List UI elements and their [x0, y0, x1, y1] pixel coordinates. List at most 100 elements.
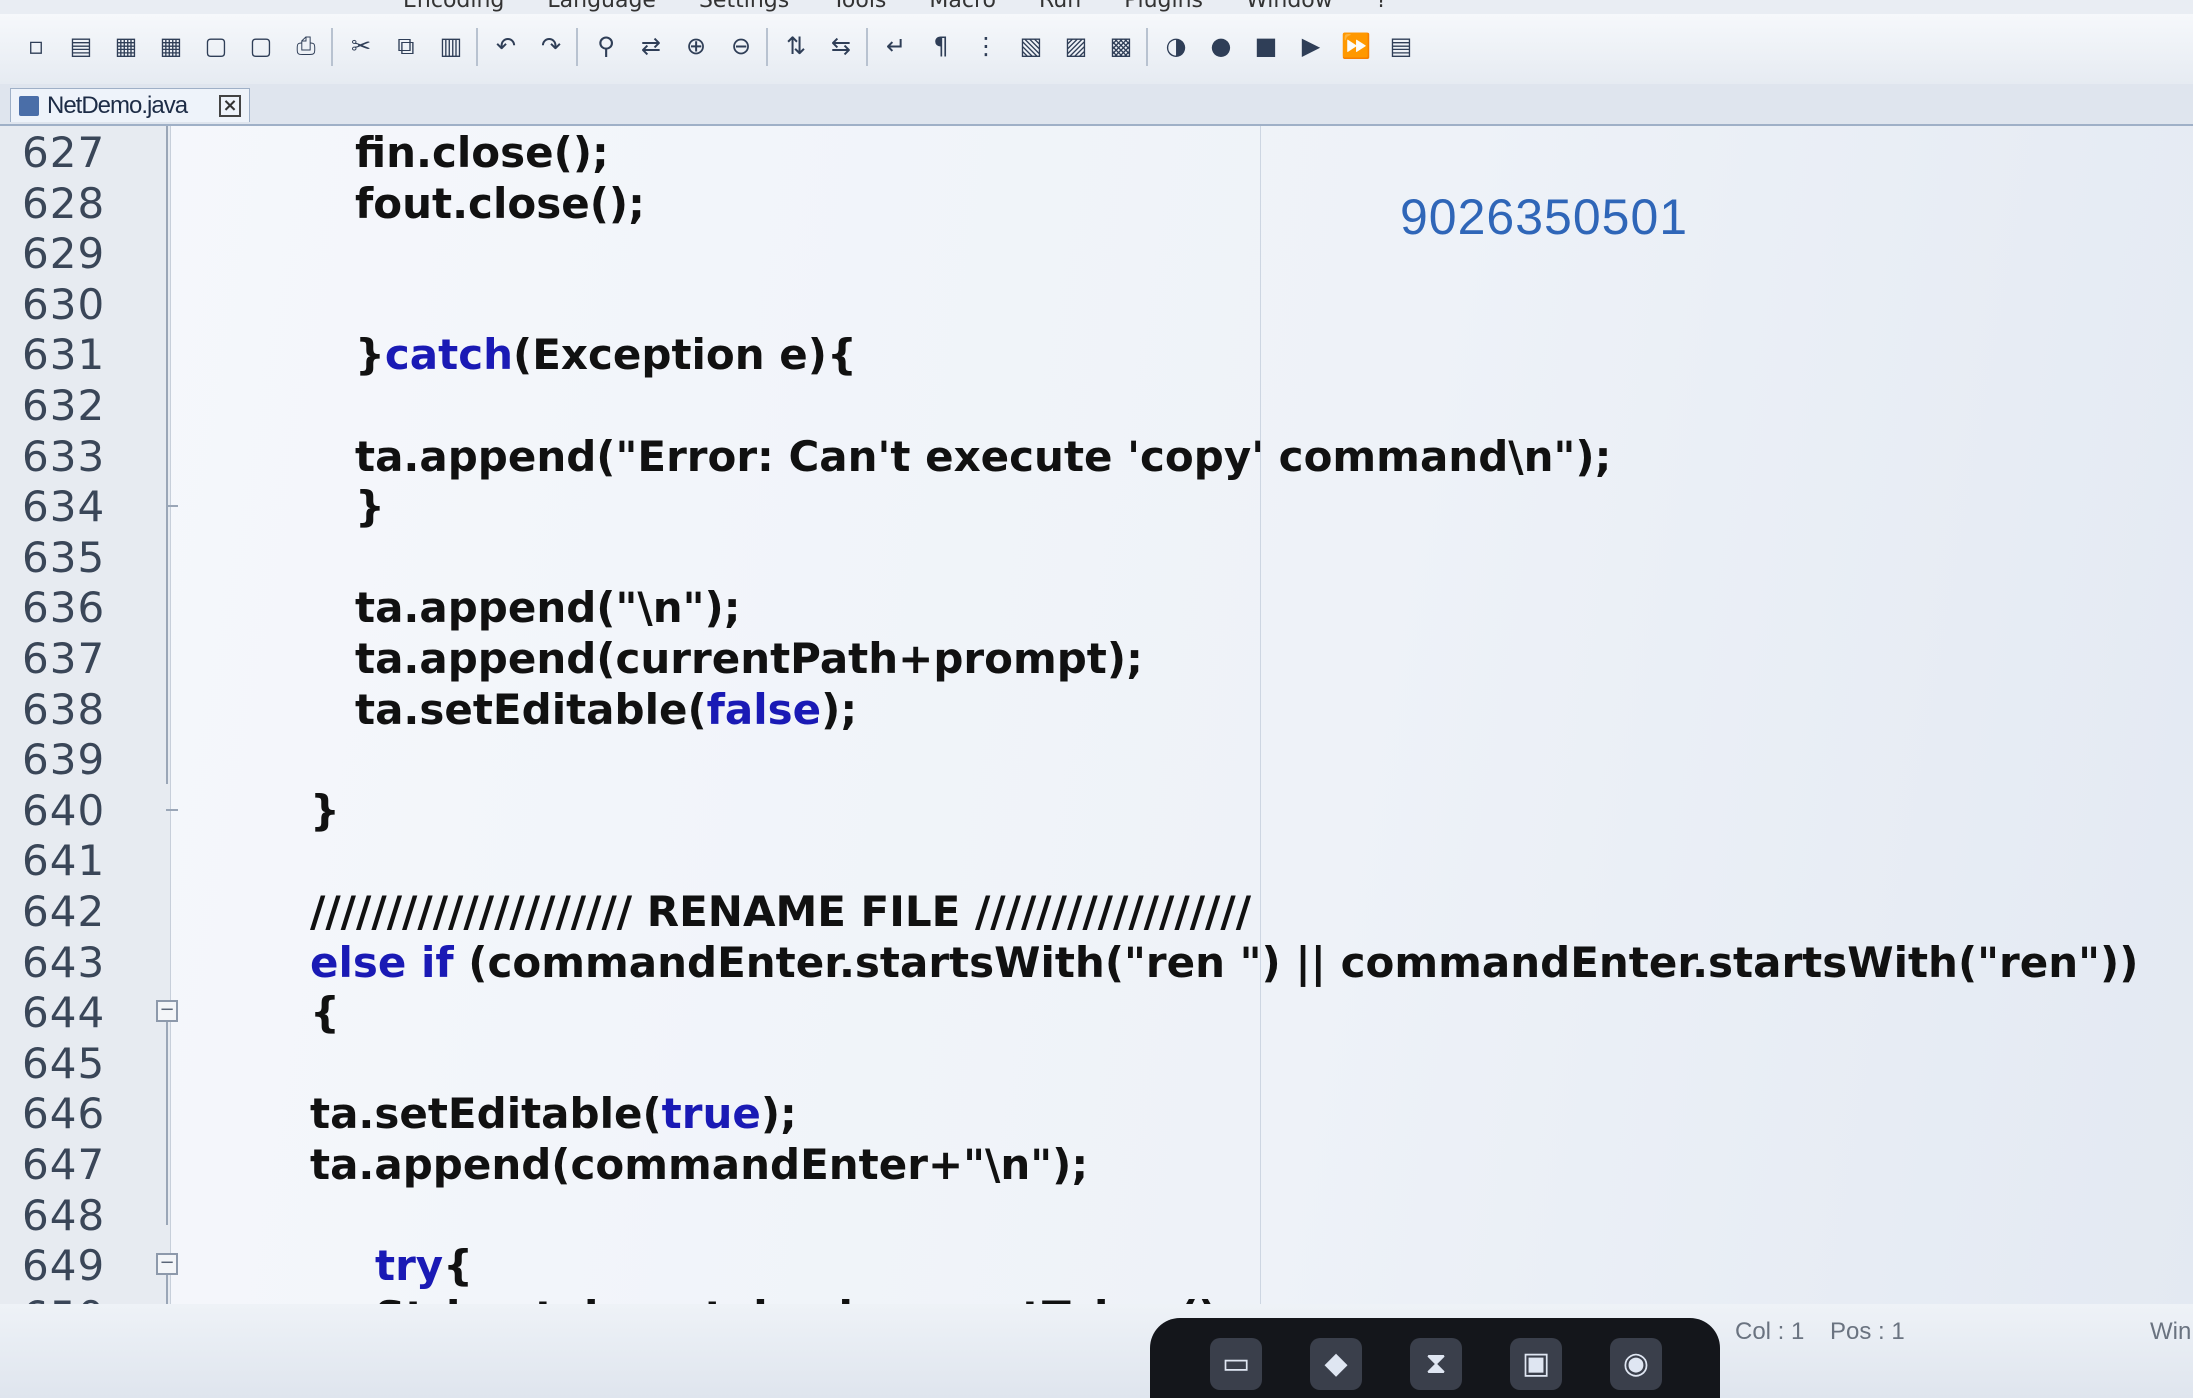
line-number: 631 — [22, 330, 106, 380]
code-line[interactable]: 642 ///////////////////// RENAME FILE ///… — [0, 887, 2193, 937]
window-icon[interactable]: ▣ — [1510, 1338, 1562, 1390]
menu-tools[interactable]: Tools — [832, 0, 886, 12]
code-line[interactable]: 645 — [0, 1039, 2193, 1089]
code-area[interactable]: 627 fin.close(); 628 fout.close(); 629 630 631… — [0, 126, 2193, 1358]
code-line[interactable]: 643 else if (commandEnter.startsWith("ren… — [0, 938, 2193, 988]
line-number: 635 — [22, 532, 106, 582]
folder-workspace-icon[interactable]: ▩ — [1105, 30, 1137, 62]
record-macro-icon[interactable]: ● — [1205, 30, 1237, 62]
phone-watermark: 9026350501 — [1400, 189, 1689, 245]
status-bar: Col : 1 Pos : 1 Win — [0, 1304, 2193, 1398]
code-line[interactable]: 630 — [0, 280, 2193, 330]
line-number: 630 — [22, 279, 106, 329]
stop-record-icon[interactable]: ■ — [1250, 30, 1282, 62]
code-text: { — [310, 988, 340, 1038]
line-number: 640 — [22, 785, 106, 835]
code-line[interactable]: 648 — [0, 1191, 2193, 1241]
folder-icon[interactable]: ▭ — [1210, 1338, 1262, 1390]
run-macro-multiple-icon[interactable]: ⏩ — [1340, 30, 1372, 62]
zoom-in-icon[interactable]: ⊕ — [680, 30, 712, 62]
menu-plugins[interactable]: Plugins — [1124, 0, 1203, 12]
save-icon[interactable]: ▦ — [110, 30, 142, 62]
line-number: 648 — [22, 1190, 106, 1240]
status-column: Col : 1 — [1735, 1318, 1805, 1345]
menu-macro[interactable]: Macro — [929, 0, 996, 12]
line-number: 643 — [22, 937, 106, 987]
line-number: 628 — [22, 178, 106, 228]
monitor-icon[interactable]: ◑ — [1160, 30, 1192, 62]
code-line[interactable]: 640} — [0, 786, 2193, 836]
status-position: Pos : 1 — [1830, 1318, 1905, 1345]
code-line[interactable]: 627 fin.close(); — [0, 128, 2193, 178]
browser-icon[interactable]: ◆ — [1310, 1338, 1362, 1390]
menu-language[interactable]: Language — [547, 0, 656, 12]
find-icon[interactable]: ⚲ — [590, 30, 622, 62]
save-all-icon[interactable]: ▦ — [155, 30, 187, 62]
play-macro-icon[interactable]: ▶ — [1295, 30, 1327, 62]
close-all-icon[interactable]: ▢ — [245, 30, 277, 62]
code-text: ta.append(commandEnter+"\n"); — [310, 1140, 1089, 1189]
tab-netdemo-java[interactable]: NetDemo.java × — [10, 88, 250, 122]
code-text: try{ — [375, 1241, 474, 1291]
code-line[interactable]: 647 ta.append(commandEnter+"\n"); — [0, 1140, 2193, 1190]
menu-help[interactable]: ? — [1376, 0, 1388, 12]
line-number: 642 — [22, 887, 106, 936]
code-line[interactable]: 644 { — [0, 988, 2193, 1038]
code-line[interactable]: 633 ta.append("Error: Can't execute 'copy… — [0, 432, 2193, 482]
doc-map-icon[interactable]: ▧ — [1015, 30, 1047, 62]
undo-icon[interactable]: ↶ — [490, 30, 522, 62]
code-line[interactable]: 629 — [0, 229, 2193, 279]
code-line[interactable]: 638 ta.setEditable(false); — [0, 685, 2193, 735]
code-text: else if (commandEnter.startsWith("ren ")… — [310, 937, 2139, 987]
code-text: ta.append("Error: Can't execute 'copy' c… — [355, 431, 1612, 481]
code-text: fout.close(); — [355, 178, 645, 228]
function-list-icon[interactable]: ▨ — [1060, 30, 1092, 62]
menu-settings[interactable]: Settings — [699, 0, 789, 12]
code-line[interactable]: 636 ta.append("\n"); — [0, 583, 2193, 633]
save-macro-icon[interactable]: ▤ — [1385, 30, 1417, 62]
chat-icon[interactable]: ◉ — [1610, 1338, 1662, 1390]
code-editor[interactable]: − − 627 fin.close(); 628 fout.close(); 629 630… — [0, 126, 2193, 1358]
code-line[interactable]: 641 — [0, 836, 2193, 886]
code-line[interactable]: 628 fout.close(); — [0, 179, 2193, 229]
line-number: 637 — [22, 634, 106, 683]
code-line[interactable]: 637 ta.append(currentPath+prompt); — [0, 634, 2193, 684]
close-tab-icon[interactable]: × — [219, 94, 241, 117]
code-line[interactable]: 634} — [0, 482, 2193, 532]
close-icon[interactable]: ▢ — [200, 30, 232, 62]
hourglass-icon[interactable]: ⧗ — [1410, 1338, 1462, 1390]
code-line[interactable]: 631}catch(Exception e){ — [0, 330, 2193, 380]
sync-vertical-icon[interactable]: ⇅ — [780, 30, 812, 62]
show-all-chars-icon[interactable]: ¶ — [925, 30, 957, 62]
paste-icon[interactable]: ▥ — [435, 30, 467, 62]
zoom-out-icon[interactable]: ⊖ — [725, 30, 757, 62]
code-text: ta.setEditable(true); — [310, 1089, 797, 1139]
cut-icon[interactable]: ✂ — [345, 30, 377, 62]
open-file-icon[interactable]: ▤ — [65, 30, 97, 62]
code-line[interactable]: 646 ta.setEditable(true); — [0, 1089, 2193, 1139]
menu-run[interactable]: Run — [1039, 0, 1081, 12]
code-line[interactable]: 649 try{ — [0, 1241, 2193, 1291]
toolbar-separator — [766, 28, 768, 66]
menu-window[interactable]: Window — [1246, 0, 1333, 12]
replace-icon[interactable]: ⇄ — [635, 30, 667, 62]
print-icon[interactable]: ⎙ — [290, 30, 322, 62]
menu-bar: Encoding Language Settings Tools Macro R… — [0, 0, 2193, 14]
line-number: 649 — [22, 1241, 106, 1291]
line-number: 633 — [22, 431, 106, 481]
sync-horizontal-icon[interactable]: ⇆ — [825, 30, 857, 62]
word-wrap-icon[interactable]: ↵ — [880, 30, 912, 62]
taskbar: ▭ ◆ ⧗ ▣ ◉ — [1150, 1318, 1720, 1398]
code-line[interactable]: 639 — [0, 735, 2193, 785]
status-mode: Win — [2150, 1318, 2192, 1345]
menu-encoding[interactable]: Encoding — [403, 0, 504, 12]
java-file-icon — [19, 95, 39, 116]
redo-icon[interactable]: ↷ — [535, 30, 567, 62]
code-line[interactable]: 632 — [0, 381, 2193, 431]
code-line[interactable]: 635 — [0, 533, 2193, 583]
new-file-icon[interactable]: ▫ — [20, 30, 52, 62]
code-text: ///////////////////// RENAME FILE //////… — [310, 887, 1252, 936]
copy-icon[interactable]: ⧉ — [390, 30, 422, 62]
indent-guide-icon[interactable]: ⋮ — [970, 30, 1002, 62]
line-number: 629 — [22, 229, 106, 279]
